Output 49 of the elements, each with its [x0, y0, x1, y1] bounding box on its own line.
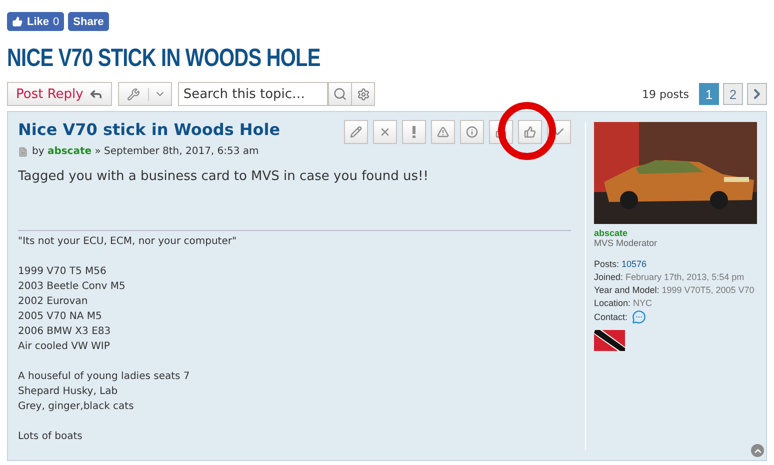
reply-arrow-icon — [89, 87, 104, 101]
signature-line: 2005 V70 NA M5 — [18, 311, 103, 324]
share-button[interactable]: Share — [68, 12, 109, 31]
thumbs-up-icon — [12, 16, 23, 27]
scroll-top-icon[interactable] — [751, 444, 764, 457]
chat-icon[interactable] — [632, 310, 646, 324]
page-link[interactable]: 1 — [699, 83, 719, 105]
post-title[interactable]: Nice V70 stick in Woods Hole — [18, 120, 280, 144]
flag-icon — [594, 330, 625, 351]
profile-field: Joined: February 17th, 2013, 5:54 pm — [594, 271, 766, 283]
close-icon[interactable] — [373, 120, 397, 144]
like-button[interactable]: Like 0 — [7, 12, 64, 31]
search-icon — [333, 87, 348, 101]
warning-icon[interactable] — [431, 120, 455, 144]
signature-line: 1999 V70 T5 M56 — [18, 266, 108, 279]
page-link[interactable]: 2 — [723, 83, 743, 105]
tools-button[interactable] — [118, 82, 172, 106]
pencil-icon[interactable] — [344, 120, 368, 144]
contact-label: Contact: — [594, 311, 628, 323]
signature-line: 2006 BMW X3 E83 — [18, 326, 112, 339]
settings-icon — [356, 88, 370, 100]
document-icon — [18, 146, 28, 156]
signature-line: Grey, ginger,black cats — [18, 401, 135, 414]
signature-line: A houseful of young ladies seats 7 — [18, 371, 191, 384]
signature-line: 2003 Beetle Conv M5 — [18, 281, 126, 294]
profile-field: Posts: 10576 — [594, 258, 766, 270]
search-field[interactable]: Search this topic… — [178, 82, 328, 106]
username[interactable]: abscate — [594, 228, 766, 238]
highlight-circle — [498, 102, 556, 160]
topic-title: NICE V70 STICK IN WOODS HOLE — [7, 44, 320, 73]
signature-line: "Its not your ECU, ECM, nor your computer" — [18, 236, 238, 249]
exclamation-icon[interactable] — [402, 120, 426, 144]
search-button[interactable] — [328, 82, 352, 106]
post-reply-button[interactable]: Post Reply — [7, 82, 112, 106]
signature-line: 2002 Eurovan — [18, 296, 89, 309]
profile-field: Location: NYC — [594, 297, 766, 309]
info-icon[interactable] — [460, 120, 484, 144]
thumbs-up-icon[interactable] — [518, 120, 542, 144]
post-body: Tagged you with a business card to MVS in case you found us!! — [18, 169, 430, 184]
wrench-icon — [127, 88, 140, 100]
settings-button[interactable] — [351, 82, 376, 106]
post-count: 19 posts — [642, 88, 689, 100]
signature-line: Air cooled VW WIP — [18, 341, 111, 354]
next-page-button[interactable] — [747, 83, 767, 105]
post-meta: by abscate » September 8th, 2017, 6:53 am — [32, 146, 259, 157]
profile-field: Year and Model: 1999 V70T5, 2005 V70 — [594, 284, 766, 296]
signature-line: Lots of boats — [18, 431, 84, 444]
signature-line: Shepard Husky, Lab — [18, 386, 119, 399]
user-rank: MVS Moderator — [594, 238, 658, 248]
